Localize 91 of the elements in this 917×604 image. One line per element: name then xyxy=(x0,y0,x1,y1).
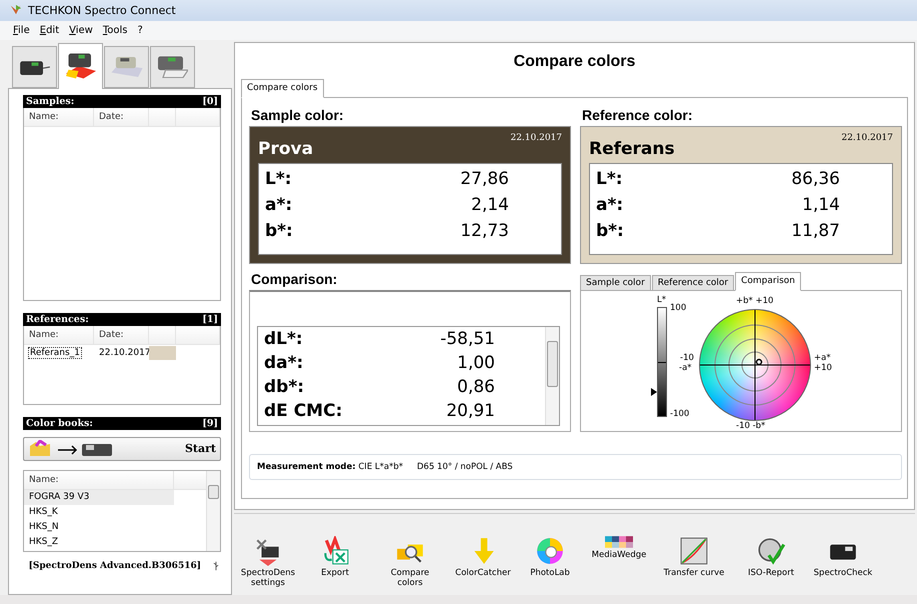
device-label: [SpectroDens Advanced.B306516] xyxy=(28,560,201,571)
checkmark-badge-icon xyxy=(756,536,786,566)
value-label: da*: xyxy=(264,352,304,373)
value-text: 27,86 xyxy=(460,168,509,189)
window-title: TECHKON Spectro Connect xyxy=(28,4,176,17)
section-title: Samples: xyxy=(26,96,74,107)
toolbar-button[interactable]: Transfer curve xyxy=(654,536,734,578)
axis-label: +10 xyxy=(814,364,832,372)
device-icon xyxy=(18,58,52,75)
section-heading: Reference color: xyxy=(581,106,694,125)
toolbar-button[interactable]: SpectroDens settings xyxy=(236,536,300,588)
column-header[interactable]: Date: xyxy=(94,108,149,126)
device-icon xyxy=(158,56,188,78)
axis-label: +a* xyxy=(814,354,831,362)
start-button[interactable]: Start xyxy=(23,436,221,461)
value-label: L*: xyxy=(596,168,623,189)
toolbar-button[interactable]: Compare colors xyxy=(370,536,450,588)
value-text: 12,73 xyxy=(460,220,509,241)
value-text: 1,00 xyxy=(457,352,495,373)
scrollbar[interactable] xyxy=(206,470,220,551)
toolbar-button[interactable]: Export xyxy=(300,536,370,578)
list-item[interactable]: HKS_N xyxy=(24,520,174,535)
value-text: -58,51 xyxy=(440,328,495,349)
folder-to-device-icon xyxy=(28,440,114,458)
value-text: 1,14 xyxy=(802,194,840,215)
app-logo-icon xyxy=(10,4,22,16)
device-tab[interactable] xyxy=(58,42,103,89)
axis-label: -100 xyxy=(670,410,690,418)
list-item[interactable]: HKS_Z xyxy=(24,534,174,550)
value-text: 2,14 xyxy=(471,194,509,215)
axis-label: -10 -b* xyxy=(736,422,766,430)
table-cell[interactable]: Referans_1 xyxy=(28,346,82,359)
curve-chart-icon xyxy=(679,536,709,566)
toolbar-button[interactable]: SpectroCheck xyxy=(808,536,878,578)
measurement-mode: Measurement mode: CIE L*a*b* xyxy=(257,462,403,472)
item-count: [0] xyxy=(202,96,218,107)
color-wheel-icon xyxy=(535,536,565,566)
value-text: 11,87 xyxy=(791,220,840,241)
date-text: 22.10.2017 xyxy=(841,132,893,143)
device-icon xyxy=(66,53,96,80)
value-label: dE CMC: xyxy=(264,400,342,421)
device-tab[interactable] xyxy=(12,46,57,88)
value-label: L*: xyxy=(265,168,292,189)
date-text: 22.10.2017 xyxy=(510,132,562,143)
value-label: b*: xyxy=(596,220,624,241)
item-count: [1] xyxy=(202,314,218,325)
menu-item[interactable]: Edit xyxy=(40,24,60,36)
list-item[interactable]: FOGRA 39 V3 xyxy=(24,490,174,505)
section-heading: Comparison: xyxy=(250,270,338,289)
color-name: Prova xyxy=(258,138,314,159)
device-tab[interactable] xyxy=(150,46,195,88)
column-header[interactable]: Name: xyxy=(24,326,94,344)
toolbar-button[interactable]: ISO-Report xyxy=(734,536,808,578)
tab[interactable]: Reference color xyxy=(652,274,734,291)
value-text: 86,36 xyxy=(791,168,840,189)
tab[interactable]: Comparison xyxy=(735,272,802,291)
axis-label: -a* xyxy=(679,364,692,372)
menu-item[interactable]: View xyxy=(69,24,93,36)
toolbar-button[interactable]: MediaWedge xyxy=(584,536,654,560)
value-label: a*: xyxy=(265,194,292,215)
axis-label: +b* +10 xyxy=(736,296,774,306)
color-strip-icon xyxy=(605,536,633,548)
toolbar-button[interactable]: PhotoLab xyxy=(516,536,584,578)
measurement-conditions: D65 10° / noPOL / ABS xyxy=(416,462,513,472)
scrollbar[interactable] xyxy=(545,326,559,425)
color-name: Referans xyxy=(589,138,675,159)
tab[interactable]: Sample color xyxy=(580,274,651,291)
item-count: [9] xyxy=(202,418,218,429)
value-text: 20,91 xyxy=(446,400,495,421)
value-label: b*: xyxy=(265,220,293,241)
list-item[interactable]: HKS_K xyxy=(24,504,174,520)
menu-item[interactable]: ? xyxy=(138,24,143,36)
axis-label: L* xyxy=(657,296,666,304)
tab[interactable]: Compare colors xyxy=(241,78,324,98)
value-label: a*: xyxy=(596,194,624,215)
axis-label: 100 xyxy=(670,304,686,312)
toolbar-button[interactable]: ColorCatcher xyxy=(450,536,516,578)
section-heading: Sample color: xyxy=(250,106,345,125)
column-header[interactable]: Name: xyxy=(24,108,94,126)
column-header[interactable]: Date: xyxy=(94,326,149,344)
page-title: Compare colors xyxy=(512,52,636,72)
value-label: db*: xyxy=(264,376,304,397)
section-title: Color books: xyxy=(26,418,93,429)
menu-item[interactable]: Tools xyxy=(102,24,128,36)
device-icon xyxy=(110,56,144,77)
table-cell-text: 22.10.2017 xyxy=(98,348,149,358)
value-text: 0,86 xyxy=(457,376,495,397)
value-label: dL*: xyxy=(264,328,303,349)
axis-label: -10 xyxy=(680,354,694,362)
section-title: References: xyxy=(26,314,89,325)
menu-item[interactable]: File xyxy=(13,24,30,36)
